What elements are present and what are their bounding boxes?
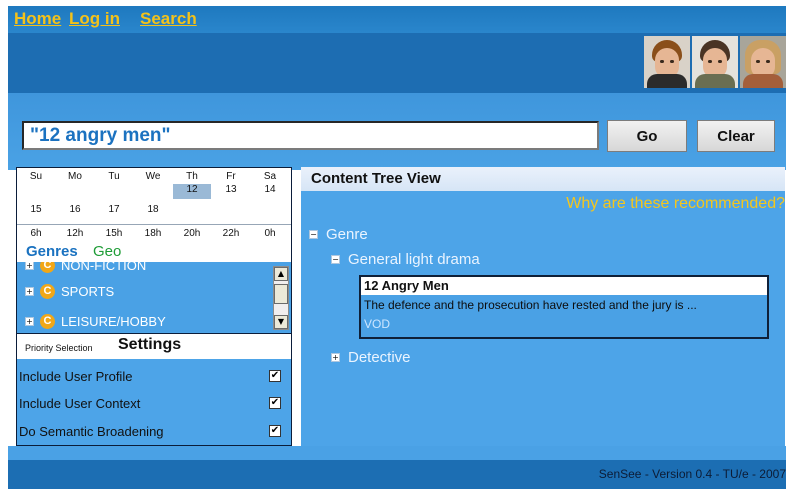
why-recommended-link[interactable]: Why are these recommended? <box>566 195 785 213</box>
priority-selection-tab[interactable]: Priority Selection <box>25 343 93 353</box>
calendar-date[interactable]: 15 <box>17 204 55 215</box>
calendar-hour[interactable]: 22h <box>212 228 250 239</box>
genre-label: LEISURE/HOBBY <box>61 314 166 329</box>
scroll-up-arrow-icon[interactable]: ▲ <box>274 267 288 281</box>
expand-plus-icon[interactable]: + <box>25 287 34 296</box>
settings-header: Priority Selection Settings <box>17 333 291 359</box>
content-tree-header: Content Tree View <box>301 167 785 191</box>
semantic-broadening-checkbox[interactable]: ✔ <box>269 425 281 437</box>
option-include-user-profile: Include User Profile ✔ <box>19 369 289 384</box>
expand-plus-icon[interactable]: + <box>25 317 34 326</box>
include-user-profile-checkbox[interactable]: ✔ <box>269 370 281 382</box>
tree-node-general-light-drama[interactable]: − General light drama <box>331 251 480 268</box>
option-label: Do Semantic Broadening <box>19 424 164 439</box>
app-window: Home Log in Search "12 angry men" Go Cle… <box>8 6 786 489</box>
calendar-date[interactable]: 16 <box>56 204 94 215</box>
category-c-icon: C <box>40 262 55 273</box>
calendar-day-header: Sa <box>263 171 277 182</box>
program-description: The defence and the prosecution have res… <box>364 298 697 312</box>
calendar-hour[interactable]: 6h <box>17 228 55 239</box>
include-user-context-checkbox[interactable]: ✔ <box>269 397 281 409</box>
scroll-thumb[interactable] <box>274 284 288 304</box>
calendar-date[interactable]: 18 <box>134 204 172 215</box>
tree-node-detective[interactable]: + Detective <box>331 349 411 366</box>
genre-label: SPORTS <box>61 284 115 299</box>
collapse-minus-icon[interactable]: − <box>309 230 318 239</box>
tab-genres[interactable]: Genres <box>26 243 78 260</box>
calendar-day-header: Tu <box>108 171 120 182</box>
user-portrait-1[interactable] <box>644 36 690 88</box>
option-label: Include User Context <box>19 396 141 411</box>
program-title[interactable]: 12 Angry Men <box>361 277 767 295</box>
genre-item-sports[interactable]: + C SPORTS <box>25 284 114 299</box>
settings-tab[interactable]: Settings <box>118 336 181 354</box>
category-c-icon: C <box>40 314 55 329</box>
user-portraits <box>644 36 786 88</box>
top-navigation: Home Log in Search <box>8 6 786 33</box>
calendar-hour[interactable]: 15h <box>95 228 133 239</box>
content-tree-panel: Content Tree View Why are these recommen… <box>301 167 785 446</box>
tab-geo[interactable]: Geo <box>93 243 121 260</box>
scroll-down-arrow-icon[interactable]: ▼ <box>274 315 288 329</box>
calendar-date-selected[interactable]: 12 <box>173 184 211 199</box>
go-button[interactable]: Go <box>607 120 687 152</box>
calendar-day-header: Su <box>29 171 43 182</box>
genre-scrollbar[interactable]: ▲ ▼ <box>273 266 289 330</box>
calendar-hour[interactable]: 18h <box>134 228 172 239</box>
footer: SenSee - Version 0.4 - TU/e - 2007 <box>8 460 786 489</box>
calendar-day-header: We <box>145 171 161 182</box>
calendar-hour[interactable]: 0h <box>251 228 289 239</box>
genre-list: + C NON-FICTION + C SPORTS + C LEISURE/H… <box>17 262 291 332</box>
calendar-hour[interactable]: 12h <box>56 228 94 239</box>
expand-plus-icon[interactable]: + <box>25 262 34 270</box>
tree-node-genre[interactable]: − Genre <box>309 226 368 243</box>
program-card[interactable]: 12 Angry Men The defence and the prosecu… <box>359 275 769 339</box>
nav-search-link[interactable]: Search <box>140 9 197 29</box>
option-include-user-context: Include User Context ✔ <box>19 396 289 411</box>
user-portrait-2[interactable] <box>692 36 738 88</box>
calendar: Su Mo Tu We Th Fr Sa 12 13 14 15 16 17 1… <box>17 168 291 240</box>
calendar-hour[interactable]: 20h <box>173 228 211 239</box>
calendar-date[interactable]: 14 <box>251 184 289 195</box>
calendar-date[interactable]: 17 <box>95 204 133 215</box>
option-label: Include User Profile <box>19 369 133 384</box>
filter-panel: Su Mo Tu We Th Fr Sa 12 13 14 15 16 17 1… <box>16 167 292 446</box>
genre-label: NON-FICTION <box>61 262 147 273</box>
calendar-day-header: Mo <box>68 171 82 182</box>
calendar-date[interactable]: 13 <box>212 184 250 195</box>
option-semantic-broadening: Do Semantic Broadening ✔ <box>19 424 289 439</box>
tree-node-label: Genre <box>326 226 368 243</box>
user-portrait-3[interactable] <box>740 36 786 88</box>
tree-node-label: Detective <box>348 349 411 366</box>
tree-node-label: General light drama <box>348 251 480 268</box>
calendar-divider <box>17 224 291 225</box>
collapse-minus-icon[interactable]: − <box>331 255 340 264</box>
calendar-day-header: Fr <box>226 171 236 182</box>
category-c-icon: C <box>40 284 55 299</box>
expand-plus-icon[interactable]: + <box>331 353 340 362</box>
nav-login-link[interactable]: Log in <box>69 9 120 29</box>
calendar-day-header: Th <box>186 171 198 182</box>
content-bottom-band <box>8 446 786 460</box>
genre-geo-tabs: Genres Geo <box>17 240 291 262</box>
version-text: SenSee - Version 0.4 - TU/e - 2007 <box>598 467 786 481</box>
search-input[interactable]: "12 angry men" <box>22 121 599 150</box>
program-source-badge: VOD <box>364 317 391 331</box>
nav-home-link[interactable]: Home <box>14 9 61 29</box>
genre-item-non-fiction[interactable]: + C NON-FICTION <box>25 262 146 273</box>
clear-button[interactable]: Clear <box>697 120 775 152</box>
genre-item-leisure-hobby[interactable]: + C LEISURE/HOBBY <box>25 314 166 329</box>
